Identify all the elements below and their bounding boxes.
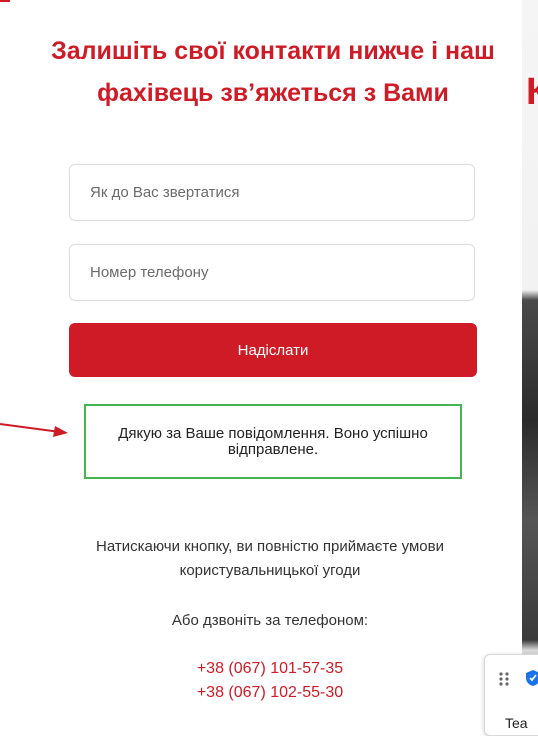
phone-link-2[interactable]: +38 (067) 102-55-30 (60, 684, 480, 702)
arrow-icon (0, 423, 68, 437)
phone-link-1[interactable]: +38 (067) 101-57-35 (60, 660, 480, 678)
name-input[interactable] (69, 164, 475, 221)
floating-widget[interactable]: Tea (484, 654, 538, 736)
backdrop-heading-fragment: К (526, 72, 538, 112)
shield-icon (526, 670, 538, 686)
widget-label: Tea (505, 715, 528, 731)
phone-input[interactable] (69, 244, 475, 301)
corner-mark (0, 0, 10, 2)
success-message: Дякую за Ваше повідомлення. Воно успішно… (84, 404, 462, 479)
drag-handle-icon[interactable] (498, 671, 510, 687)
consent-text: Натискаючи кнопку, ви повністю приймаєте… (60, 535, 480, 583)
consent-line: Натискаючи кнопку, ви повністю приймаєте… (96, 538, 444, 555)
call-label: Або дзвоніть за телефоном: (171, 612, 369, 629)
form-title: Залишіть свої контакти нижче і наш фахів… (51, 37, 495, 107)
contact-popup: Залишіть свої контакти нижче і наш фахів… (0, 0, 522, 723)
consent-line: користувальницької угоди (179, 562, 361, 579)
submit-button[interactable]: Надіслати (69, 323, 477, 377)
